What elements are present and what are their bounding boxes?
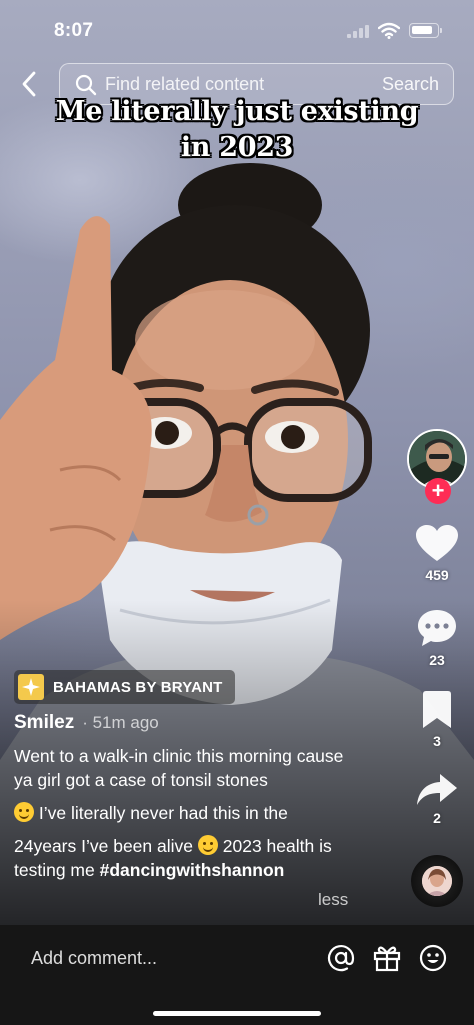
at-sign-icon[interactable] [327,944,355,972]
battery-icon [409,23,442,38]
smiley-icon[interactable] [419,944,447,972]
share-button[interactable]: 2 [400,774,474,826]
follow-button[interactable]: + [425,478,451,504]
overlay-caption-line: in 2023 [180,132,294,163]
video-overlay-caption: Me literally just existing in 2023 [0,94,474,166]
sound-cover-image [422,866,452,896]
comment-button[interactable]: 23 [400,608,474,668]
laughing-emoji-icon [197,835,218,855]
caption-text: 24years I’ve been alive 2023 health is t… [14,835,332,880]
heart-icon [416,525,458,561]
caption-text: Went to a walk-in clinic this morning ca… [14,746,344,790]
comment-input[interactable]: Add comment... [31,948,157,969]
like-count: 459 [425,567,449,583]
comment-count: 23 [429,652,445,668]
search-icon [75,74,97,96]
home-indicator[interactable] [153,1011,321,1016]
battery-level [412,26,432,34]
search-button[interactable]: Search [382,74,439,95]
author-line: Smilez · 51m ago [14,712,159,734]
save-button[interactable]: 3 [400,691,474,749]
author-name[interactable]: Smilez [14,712,74,734]
share-arrow-icon [417,774,457,805]
status-time: 8:07 [54,20,94,41]
post-time: · 51m ago [82,713,159,732]
sound-disc-button[interactable] [411,855,463,907]
author-avatar-button[interactable]: + [407,429,467,504]
sound-chip[interactable]: BAHAMAS BY BRYANT [14,670,235,704]
status-bar: 8:07 [0,0,474,60]
hashtag-link[interactable]: #dancingwithshannon [100,860,285,880]
sound-name: BAHAMAS BY BRYANT [53,678,223,696]
cellular-signal-icon [347,24,369,38]
comment-bubble-icon [418,610,456,646]
upside-down-face-emoji-icon [14,802,34,822]
search-placeholder: Find related content [105,74,265,94]
less-link[interactable]: less [318,890,348,910]
post-caption: Went to a walk-in clinic this morning ca… [14,744,349,891]
wifi-icon [378,22,400,39]
sound-sparkle-icon [18,674,44,700]
bookmark-icon [423,691,451,728]
caption-text: I’ve literally never had this in the [14,801,349,825]
like-button[interactable]: 459 [400,525,474,583]
gift-icon[interactable] [373,944,401,972]
overlay-caption-line: Me literally just existing [55,96,419,127]
share-count: 2 [433,810,441,826]
comment-bar: Add comment... [0,925,474,1025]
save-count: 3 [433,733,441,749]
